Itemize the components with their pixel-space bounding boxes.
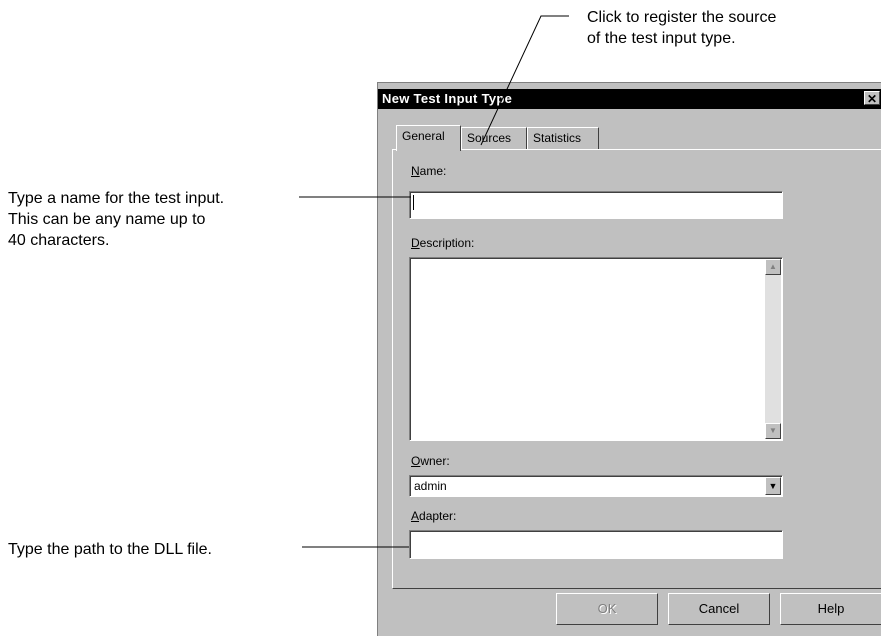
close-icon: ✕ bbox=[866, 92, 878, 106]
adapter-label: Adapter: bbox=[411, 509, 456, 523]
close-button[interactable]: ✕ bbox=[864, 91, 880, 106]
tab-sources[interactable]: Sources bbox=[461, 127, 527, 149]
ok-button[interactable]: OK bbox=[556, 593, 658, 625]
help-button[interactable]: Help bbox=[780, 593, 881, 625]
dialog-title: New Test Input Type bbox=[382, 91, 513, 106]
scroll-down-icon[interactable]: ▼ bbox=[765, 423, 781, 439]
scroll-up-icon[interactable]: ▲ bbox=[765, 259, 781, 275]
callout-name: Type a name for the test input. This can… bbox=[8, 188, 224, 251]
general-tab-panel: Name: Description: ▲ ▼ Owner: admin ▼ Ad… bbox=[392, 149, 881, 589]
callout-name-line3: 40 characters. bbox=[8, 232, 110, 249]
owner-select[interactable]: admin ▼ bbox=[409, 475, 783, 497]
owner-label: Owner: bbox=[411, 454, 450, 468]
tab-statistics[interactable]: Statistics bbox=[527, 127, 599, 149]
callout-adapter: Type the path to the DLL file. bbox=[8, 539, 212, 560]
adapter-label-rest: dapter: bbox=[419, 509, 457, 523]
description-label-key: D bbox=[411, 236, 420, 250]
description-textarea[interactable]: ▲ ▼ bbox=[409, 257, 783, 441]
cancel-button[interactable]: Cancel bbox=[668, 593, 770, 625]
description-label-rest: escription: bbox=[419, 236, 475, 250]
callout-name-line2: This can be any name up to bbox=[8, 211, 206, 228]
name-input[interactable] bbox=[409, 191, 783, 219]
chevron-down-icon[interactable]: ▼ bbox=[765, 477, 781, 495]
name-label-rest: ame: bbox=[419, 164, 447, 178]
owner-select-value: admin bbox=[414, 479, 447, 493]
new-test-input-type-dialog: New Test Input Type ✕ General Sources St… bbox=[377, 82, 881, 636]
callout-source: Click to register the source of the test… bbox=[587, 7, 776, 49]
callout-source-line1: Click to register the source bbox=[587, 9, 777, 26]
tab-general[interactable]: General bbox=[396, 125, 461, 151]
title-bar[interactable]: New Test Input Type ✕ bbox=[378, 89, 881, 109]
owner-label-rest: wner: bbox=[420, 454, 450, 468]
adapter-input[interactable] bbox=[409, 530, 783, 559]
description-label: Description: bbox=[411, 236, 474, 250]
owner-label-key: O bbox=[411, 454, 421, 468]
text-caret bbox=[413, 195, 414, 210]
name-label: Name: bbox=[411, 164, 446, 178]
description-scrollbar[interactable]: ▲ ▼ bbox=[765, 259, 781, 439]
callout-adapter-line1: Type the path to the DLL file. bbox=[8, 541, 212, 558]
callout-name-line1: Type a name for the test input. bbox=[8, 190, 225, 207]
name-label-key: N bbox=[411, 164, 420, 178]
callout-source-line2: of the test input type. bbox=[587, 30, 736, 47]
adapter-label-key: A bbox=[411, 509, 420, 523]
